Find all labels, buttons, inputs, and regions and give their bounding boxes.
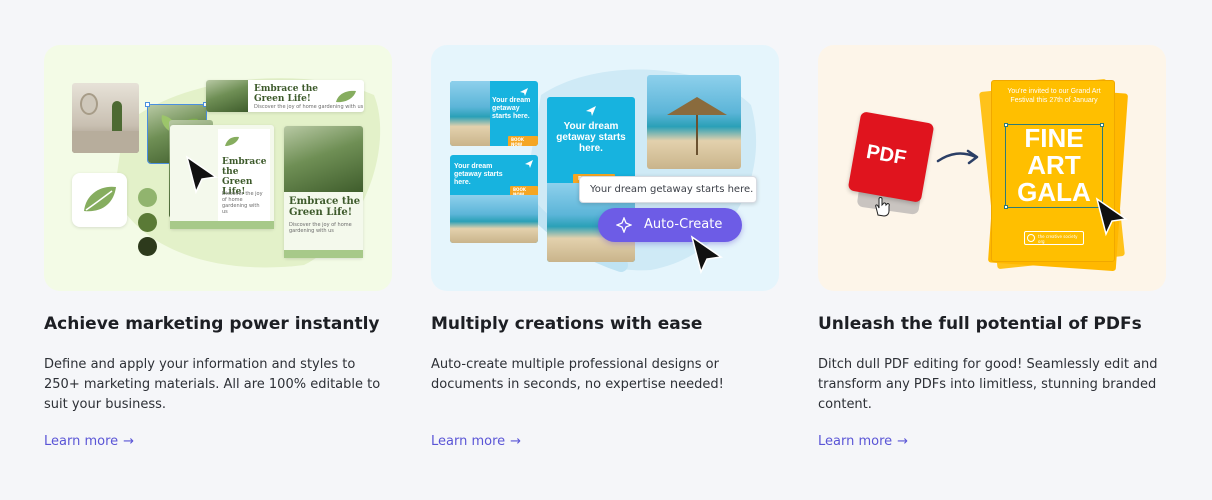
flyer-tagline: Discover the joy of home gardening with … [222, 191, 263, 215]
ad-template-small: Your dream getaway starts here. BOOK NOW [450, 81, 538, 146]
org-name: the creative society org [1038, 234, 1078, 244]
cursor-pointer-icon [690, 235, 724, 275]
card-description: Ditch dull PDF editing for good! Seamles… [818, 357, 1158, 412]
ad-headline: Your dream getaway starts here. [556, 121, 626, 154]
poster-invite-text: You're invited to our Grand Art Festival… [1007, 88, 1101, 104]
banner-headline: Embrace the Green Life! [254, 84, 319, 104]
flyer-footer-bar [170, 221, 274, 229]
learn-more-link[interactable]: Learn more → [818, 434, 908, 449]
poster-footer-bar [284, 250, 363, 258]
poster-photo [284, 126, 363, 192]
card-description: Auto-create multiple professional design… [431, 357, 724, 392]
color-swatch-medium[interactable] [138, 213, 157, 232]
auto-create-label: Auto-Create [644, 217, 723, 232]
paper-plane-icon [586, 106, 596, 116]
learn-more-label: Learn more [818, 434, 893, 449]
cursor-pointer-icon [185, 155, 219, 195]
leaf-icon [336, 90, 356, 103]
magic-sparkle-icon [616, 217, 632, 233]
poster-tagline: Discover the joy of home gardening with … [289, 222, 352, 234]
banner-photo [206, 80, 248, 112]
org-logo-icon [1027, 234, 1035, 242]
learn-more-label: Learn more [44, 434, 119, 449]
ad-headline: Your dream getaway starts here. [492, 97, 531, 120]
prompt-text-field[interactable]: Your dream getaway starts here. [579, 176, 757, 203]
learn-more-link[interactable]: Learn more → [431, 434, 521, 449]
interior-photo [72, 83, 139, 153]
leaf-icon [225, 136, 239, 146]
selection-handle[interactable] [1004, 205, 1008, 209]
learn-more-link[interactable]: Learn more → [44, 434, 134, 449]
prompt-text-value: Your dream getaway starts here. [590, 184, 754, 195]
pdf-illustration: You're invited to our Grand Art Festival… [818, 45, 1166, 291]
org-badge: the creative society org [1024, 231, 1084, 245]
arrow-right-icon: → [123, 434, 135, 449]
selection-handle[interactable] [1004, 123, 1008, 127]
ad-headline: Your dream getaway starts here. [454, 163, 503, 186]
transform-arrow-icon [936, 149, 979, 165]
card-title: Achieve marketing power instantly [44, 314, 380, 334]
marketing-illustration: Embrace the Green Life! Discover the joy… [44, 45, 392, 291]
arrow-right-icon: → [897, 434, 909, 449]
leaf-logo-tile [72, 173, 127, 227]
leaf-icon [84, 186, 116, 212]
hand-cursor-icon [875, 197, 890, 217]
poster-template: Embrace the Green Life! Discover the joy… [284, 126, 363, 258]
banner-template: Embrace the Green Life! Discover the joy… [206, 80, 364, 112]
paper-plane-icon [525, 160, 533, 168]
book-now-badge: BOOK NOW [508, 131, 538, 146]
banner-tagline: Discover the joy of home gardening with … [254, 104, 364, 110]
pdf-file-icon[interactable]: PDF [847, 111, 935, 203]
ad-beach-photo [450, 195, 538, 243]
pdf-label: PDF [864, 140, 908, 170]
beach-umbrella-photo [647, 75, 741, 169]
selection-handle[interactable] [1100, 123, 1104, 127]
ad-beach-photo [450, 81, 490, 146]
arrow-right-icon: → [510, 434, 522, 449]
cursor-pointer-icon [1095, 197, 1129, 237]
card-description: Define and apply your information and st… [44, 357, 381, 412]
ad-template-square: Your dream getaway starts here. BOOK NOW [450, 155, 538, 243]
card-title: Unleash the full potential of PDFs [818, 314, 1142, 334]
learn-more-label: Learn more [431, 434, 506, 449]
umbrella-icon [667, 97, 727, 155]
selection-frame[interactable] [1005, 124, 1103, 208]
card-title: Multiply creations with ease [431, 314, 703, 334]
paper-plane-icon [520, 88, 528, 96]
color-swatch-dark[interactable] [138, 237, 157, 256]
auto-create-illustration: Your dream getaway starts here. BOOK NOW… [431, 45, 779, 291]
color-swatch-light[interactable] [138, 188, 157, 207]
selection-handle[interactable] [145, 102, 150, 107]
poster-headline: Embrace the Green Life! [289, 196, 361, 218]
